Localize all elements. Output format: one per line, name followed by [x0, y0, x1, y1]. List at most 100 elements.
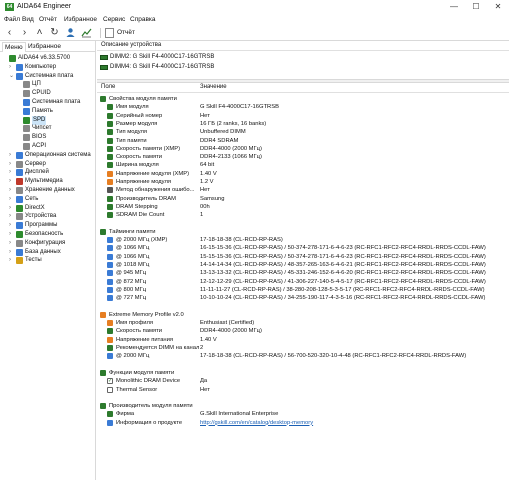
device-row-dimm4[interactable]: DIMM4: G Skill F4-4000C17-16GTRSB: [97, 63, 509, 72]
tree-item[interactable]: › Компьютер: [0, 63, 95, 72]
property-row[interactable]: @ 800 МГц 11-11-11-27 (CL-RCD-RP-RAS) / 3…: [97, 286, 509, 294]
tree-item[interactable]: Чипсет: [0, 124, 95, 133]
device-row-dimm2[interactable]: DIMM2: G Skill F4-4000C17-16GTRSB: [97, 53, 509, 62]
tree-item[interactable]: CPUID: [0, 89, 95, 98]
expand-chevron-icon[interactable]: ›: [9, 186, 15, 195]
property-row[interactable]: @ 2000 МГц 17-18-18-38 (CL-RCD-RP-RAS) / …: [97, 352, 509, 360]
expand-chevron-icon[interactable]: ›: [9, 151, 15, 160]
menu-help[interactable]: Справка: [130, 16, 156, 23]
tree-item[interactable]: AIDA64 v6.33.5700: [0, 54, 95, 63]
tree-item[interactable]: › Безопасность: [0, 230, 95, 239]
property-row[interactable]: @ 1066 МГц 16-15-15-36 (CL-RCD-RP-RAS) / …: [97, 244, 509, 252]
tree-item[interactable]: › Конфигурация: [0, 239, 95, 248]
expand-chevron-icon[interactable]: ›: [9, 239, 15, 248]
report-button[interactable]: Отчёт: [117, 29, 135, 36]
property-row[interactable]: Размер модуля 16 ГБ (2 ranks, 16 banks): [97, 120, 509, 128]
expand-chevron-icon[interactable]: ›: [9, 248, 15, 257]
tree-item[interactable]: › Операционная система: [0, 151, 95, 160]
tree-item[interactable]: BIOS: [0, 133, 95, 142]
expand-chevron-icon[interactable]: ⌄: [9, 72, 15, 81]
tree-item[interactable]: › Программы: [0, 221, 95, 230]
property-row[interactable]: Имя модуля G Skill F4-4000C17-16GTRSB: [97, 103, 509, 111]
property-row[interactable]: Скорость памяти DDR4-4000 (2000 МГц): [97, 327, 509, 335]
menu-bar: Файл Вид Отчёт Избранное Сервис Справка: [0, 14, 509, 25]
expand-chevron-icon[interactable]: ›: [9, 177, 15, 186]
refresh-icon[interactable]: ↻: [48, 27, 61, 39]
expand-chevron-icon[interactable]: ›: [9, 195, 15, 204]
property-row[interactable]: Скорость памяти DDR4-2133 (1066 МГц): [97, 153, 509, 161]
property-row[interactable]: DRAM Stepping 00h: [97, 203, 509, 211]
menu-service[interactable]: Сервис: [103, 16, 125, 23]
up-icon[interactable]: ˄: [33, 27, 46, 39]
tree-item[interactable]: › Устройства: [0, 212, 95, 221]
maximize-icon[interactable]: ☐: [465, 1, 487, 13]
column-field[interactable]: Поле: [101, 84, 115, 90]
property-row[interactable]: Напряжение модуля 1.2 V: [97, 178, 509, 186]
forward-icon[interactable]: ›: [18, 27, 31, 39]
menu-report[interactable]: Отчёт: [39, 16, 57, 23]
property-row[interactable]: Thermal Sensor Нет: [97, 386, 509, 394]
property-row[interactable]: Производитель DRAM Samsung: [97, 195, 509, 203]
property-row[interactable]: Информация о продукте http://gskill.com/e…: [97, 419, 509, 427]
property-row[interactable]: Напряжение питания 1.40 V: [97, 336, 509, 344]
property-row[interactable]: Метод обнаружения ошибо... Нет: [97, 186, 509, 194]
section-header[interactable]: Функции модуля памяти: [97, 369, 509, 377]
tree-item[interactable]: Память: [0, 107, 95, 116]
property-row[interactable]: Фирма G.Skill International Enterprise: [97, 410, 509, 418]
property-row[interactable]: Тип модуля Unbuffered DIMM: [97, 128, 509, 136]
section-header[interactable]: Тайминги памяти: [97, 228, 509, 236]
section-header[interactable]: Свойства модуля памяти: [97, 95, 509, 103]
chart-icon[interactable]: [80, 27, 93, 39]
tree-item[interactable]: › Мультимедиа: [0, 177, 95, 186]
expand-chevron-icon[interactable]: ›: [9, 212, 15, 221]
section-header[interactable]: Extreme Memory Profile v2.0: [97, 311, 509, 319]
product-info-link[interactable]: http://gskill.com/en/catalog/desktop-mem…: [200, 419, 313, 427]
menu-favorites[interactable]: Избранное: [64, 16, 97, 23]
section-header[interactable]: Производитель модуля памяти: [97, 402, 509, 410]
property-row[interactable]: ✓ Monolithic DRAM Device Да: [97, 377, 509, 385]
menu-view[interactable]: Вид: [22, 16, 34, 23]
close-icon[interactable]: ✕: [487, 1, 509, 13]
expand-chevron-icon[interactable]: ›: [9, 221, 15, 230]
tab-menu[interactable]: Меню: [2, 42, 26, 52]
tree-item[interactable]: › Хранение данных: [0, 186, 95, 195]
property-row[interactable]: Скорость памяти (XMP) DDR4-4000 (2000 МГц…: [97, 145, 509, 153]
property-row[interactable]: Имя профиля Enthusiast (Certified): [97, 319, 509, 327]
property-row[interactable]: Ширина модуля 64 bit: [97, 161, 509, 169]
expand-chevron-icon[interactable]: ›: [9, 204, 15, 213]
expand-chevron-icon[interactable]: ›: [9, 160, 15, 169]
tree-item[interactable]: › Сервер: [0, 160, 95, 169]
property-row[interactable]: @ 1066 МГц 15-15-15-36 (CL-RCD-RP-RAS) / …: [97, 253, 509, 261]
minimize-icon[interactable]: —: [443, 1, 465, 13]
property-row[interactable]: @ 2000 МГц (XMP) 17-18-18-38 (CL-RCD-RP-R…: [97, 236, 509, 244]
tree-item[interactable]: › База данных: [0, 248, 95, 257]
property-row[interactable]: Рекомендуется DIMM на канал 2: [97, 344, 509, 352]
property-row[interactable]: Серийный номер Нет: [97, 112, 509, 120]
tree-item[interactable]: ЦП: [0, 80, 95, 89]
property-row[interactable]: @ 727 МГц 10-10-10-24 (CL-RCD-RP-RAS) / 3…: [97, 294, 509, 302]
tree-item[interactable]: › Тесты: [0, 256, 95, 265]
tab-favorites[interactable]: Избранное: [26, 42, 63, 52]
property-row[interactable]: Напряжение модуля (XMP) 1.40 V: [97, 170, 509, 178]
tree-item[interactable]: ACPI: [0, 142, 95, 151]
tree-item[interactable]: › Сеть: [0, 195, 95, 204]
back-icon[interactable]: ‹: [3, 27, 16, 39]
property-row[interactable]: SDRAM Die Count 1: [97, 211, 509, 219]
property-row[interactable]: Тип памяти DDR4 SDRAM: [97, 137, 509, 145]
column-value[interactable]: Значение: [200, 84, 227, 90]
property-row[interactable]: @ 945 МГц 13-13-13-32 (CL-RCD-RP-RAS) / 4…: [97, 269, 509, 277]
expand-chevron-icon[interactable]: ›: [9, 168, 15, 177]
tree-item[interactable]: SPD: [0, 115, 95, 125]
expand-chevron-icon[interactable]: ›: [9, 230, 15, 239]
property-row[interactable]: @ 872 МГц 12-12-12-29 (CL-RCD-RP-RAS) / 4…: [97, 278, 509, 286]
user-icon[interactable]: [64, 27, 77, 39]
expand-chevron-icon[interactable]: ›: [9, 63, 15, 72]
expand-chevron-icon[interactable]: ›: [9, 256, 15, 265]
tree-item[interactable]: Системная плата: [0, 98, 95, 107]
property-row[interactable]: @ 1018 МГц 14-14-14-34 (CL-RCD-RP-RAS) / …: [97, 261, 509, 269]
menu-file[interactable]: Файл: [4, 16, 20, 23]
tree-item[interactable]: › DirectX: [0, 204, 95, 213]
report-icon[interactable]: [105, 28, 114, 38]
tree-item[interactable]: ⌄ Системная плата: [0, 72, 95, 81]
tree-item[interactable]: › Дисплей: [0, 168, 95, 177]
